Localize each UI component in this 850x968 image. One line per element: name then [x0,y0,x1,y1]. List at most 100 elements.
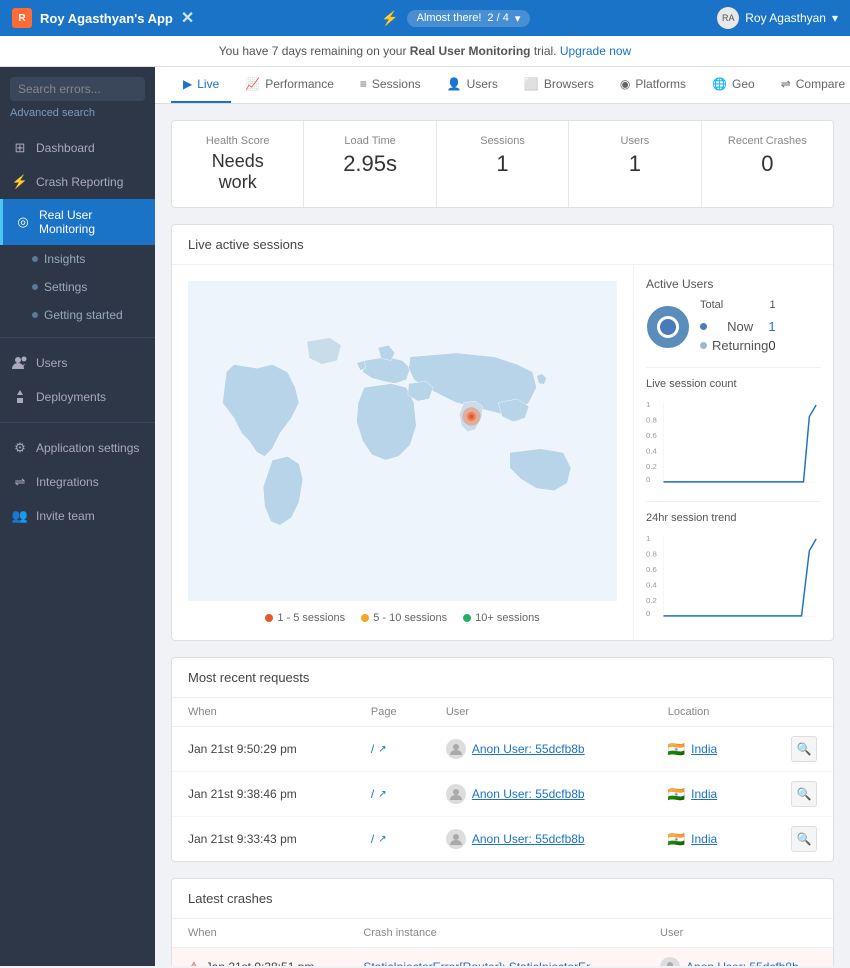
sidebar-item-rum[interactable]: ◎ Real User Monitoring [0,199,155,245]
col-when: When [172,698,355,727]
country-link[interactable]: India [691,742,717,756]
sidebar-sub-label: Getting started [44,308,123,322]
sidebar-item-users[interactable]: Users [0,346,155,380]
search-input[interactable] [10,77,145,101]
returning-row: Returning 0 [700,336,776,355]
header-row: When Page User Location [172,698,833,727]
sidebar-item-app-settings[interactable]: ⚙ Application settings [0,431,155,465]
sidebar-item-label: Deployments [36,390,106,404]
svg-text:0.2: 0.2 [646,596,657,605]
active-users-details: Total 1 Now 1 [700,299,776,355]
tab-live[interactable]: ▶ Live [171,67,231,103]
app-branding: R Roy Agasthyan's App ✕ [12,8,194,28]
integrations-icon: ⇌ [12,474,28,490]
user-cell: Anon User: 55dcfb8b [446,784,636,804]
user-avatar [446,829,466,849]
tab-label: Users [467,77,498,91]
country-link[interactable]: India [691,787,717,801]
tab-label: Platforms [635,77,686,91]
legend-label: 5 - 10 sessions [373,612,447,624]
tab-performance[interactable]: 📈 Performance [233,67,346,103]
sidebar-sub-settings[interactable]: Settings [0,273,155,301]
stat-value: 2.95s [324,151,415,177]
content-area: Health Score Needs work Load Time 2.95s … [155,104,850,966]
svg-text:0.4: 0.4 [646,447,657,456]
sidebar-item-label: Real User Monitoring [39,208,143,236]
sidebar-item-label: Invite team [36,509,95,523]
legend-label: 10+ sessions [475,612,540,624]
total-row: Total 1 [700,299,776,311]
tab-sessions[interactable]: ≡ Sessions [348,67,433,103]
trial-text2: trial. [534,44,557,58]
layout: Advanced search ⊞ Dashboard ⚡ Crash Repo… [0,67,850,966]
magnify-button[interactable]: 🔍 [791,736,817,762]
now-value: 1 [768,319,775,334]
tab-platforms[interactable]: ◉ Platforms [608,67,698,103]
page-link[interactable]: / ↗ [371,742,414,756]
legend-dot [361,614,369,622]
upgrade-link[interactable]: Upgrade now [560,44,631,58]
tab-browsers[interactable]: ⬜ Browsers [512,67,606,103]
page-link[interactable]: / ↗ [371,787,414,801]
magnify-button[interactable]: 🔍 [791,826,817,852]
location-cell: 🇮🇳 India [668,786,742,803]
stat-load-time: Load Time 2.95s [304,121,436,207]
stat-label: Recent Crashes [722,135,813,147]
anon-user-link[interactable]: Anon User: 55dcfb8b [472,742,585,756]
page-link[interactable]: / ↗ [371,832,414,846]
table-row: Jan 21st 9:33:43 pm / ↗ Anon User: 55dcf… [172,817,833,862]
progress-pill: Almost there! 2 / 4 ▾ [407,10,531,27]
dot-icon [32,256,38,262]
cell-location: 🇮🇳 India [652,727,758,772]
stat-health-score: Health Score Needs work [172,121,304,207]
cell-when: Jan 21st 9:33:43 pm [172,817,355,862]
tab-compare[interactable]: ⇌ Compare [769,67,850,103]
sidebar-section-tertiary: ⚙ Application settings ⇌ Integrations 👥 … [0,427,155,537]
crash-link[interactable]: StaticInjectorError[Router]: StaticInjec… [363,960,599,966]
tab-users[interactable]: 👤 Users [435,67,510,103]
crash-icon: ⚡ [12,174,28,190]
stat-value: 0 [722,151,813,177]
now-label: Now [727,319,753,334]
sidebar: Advanced search ⊞ Dashboard ⚡ Crash Repo… [0,67,155,966]
svg-text:0.6: 0.6 [646,431,657,440]
anon-user-link[interactable]: Anon User: 55dcfb8b [472,832,585,846]
location-cell: 🇮🇳 India [668,741,742,758]
sidebar-sub-insights[interactable]: Insights [0,245,155,273]
table-row: ⚠ Jan 21st 9:38:51 pm StaticInjectorErro… [172,948,833,967]
svg-text:0.6: 0.6 [646,565,657,574]
live-session-count-chart: Live session count 1 0.8 0.6 0.4 0.2 0 [646,367,821,489]
sidebar-item-crash-reporting[interactable]: ⚡ Crash Reporting [0,165,155,199]
legend-label: 1 - 5 sessions [277,612,345,624]
crashes-body: ⚠ Jan 21st 9:38:51 pm StaticInjectorErro… [172,948,833,967]
crashes-header-row: When Crash instance User [172,919,833,948]
anon-user-link[interactable]: Anon User: 55dcfb8b [472,787,585,801]
advanced-search-link[interactable]: Advanced search [0,107,155,127]
sidebar-sub-getting-started[interactable]: Getting started [0,301,155,329]
sidebar-item-dashboard[interactable]: ⊞ Dashboard [0,131,155,165]
tab-geo[interactable]: 🌐 Geo [700,67,767,103]
magnify-button[interactable]: 🔍 [791,781,817,807]
now-dot [700,323,707,330]
external-link-icon: ↗ [378,789,386,800]
country-link[interactable]: India [691,832,717,846]
sidebar-item-label: Users [36,356,67,370]
stat-crashes: Recent Crashes 0 [702,121,833,207]
crash-user-link[interactable]: Anon User: 55dcfb8b [686,960,799,966]
location-cell: 🇮🇳 India [668,831,742,848]
sidebar-item-invite-team[interactable]: 👥 Invite team [0,499,155,533]
progress-area: ⚡ Almost there! 2 / 4 ▾ [381,10,530,27]
stats-row: Health Score Needs work Load Time 2.95s … [171,120,834,208]
menu-icon[interactable]: ✕ [181,8,194,28]
live-sessions-section: Live active sessions [171,224,834,641]
dashboard-icon: ⊞ [12,140,28,156]
cell-crash-instance: StaticInjectorError[Router]: StaticInjec… [347,948,644,967]
browsers-icon: ⬜ [524,77,539,91]
users-icon [12,355,28,371]
chart-title: 24hr session trend [646,512,821,524]
sidebar-item-integrations[interactable]: ⇌ Integrations [0,465,155,499]
crash-when-text: Jan 21st 9:38:51 pm [206,960,315,966]
latest-crashes-header: Latest crashes [172,879,833,919]
active-users-title: Active Users [646,277,821,291]
sidebar-item-deployments[interactable]: Deployments [0,380,155,414]
